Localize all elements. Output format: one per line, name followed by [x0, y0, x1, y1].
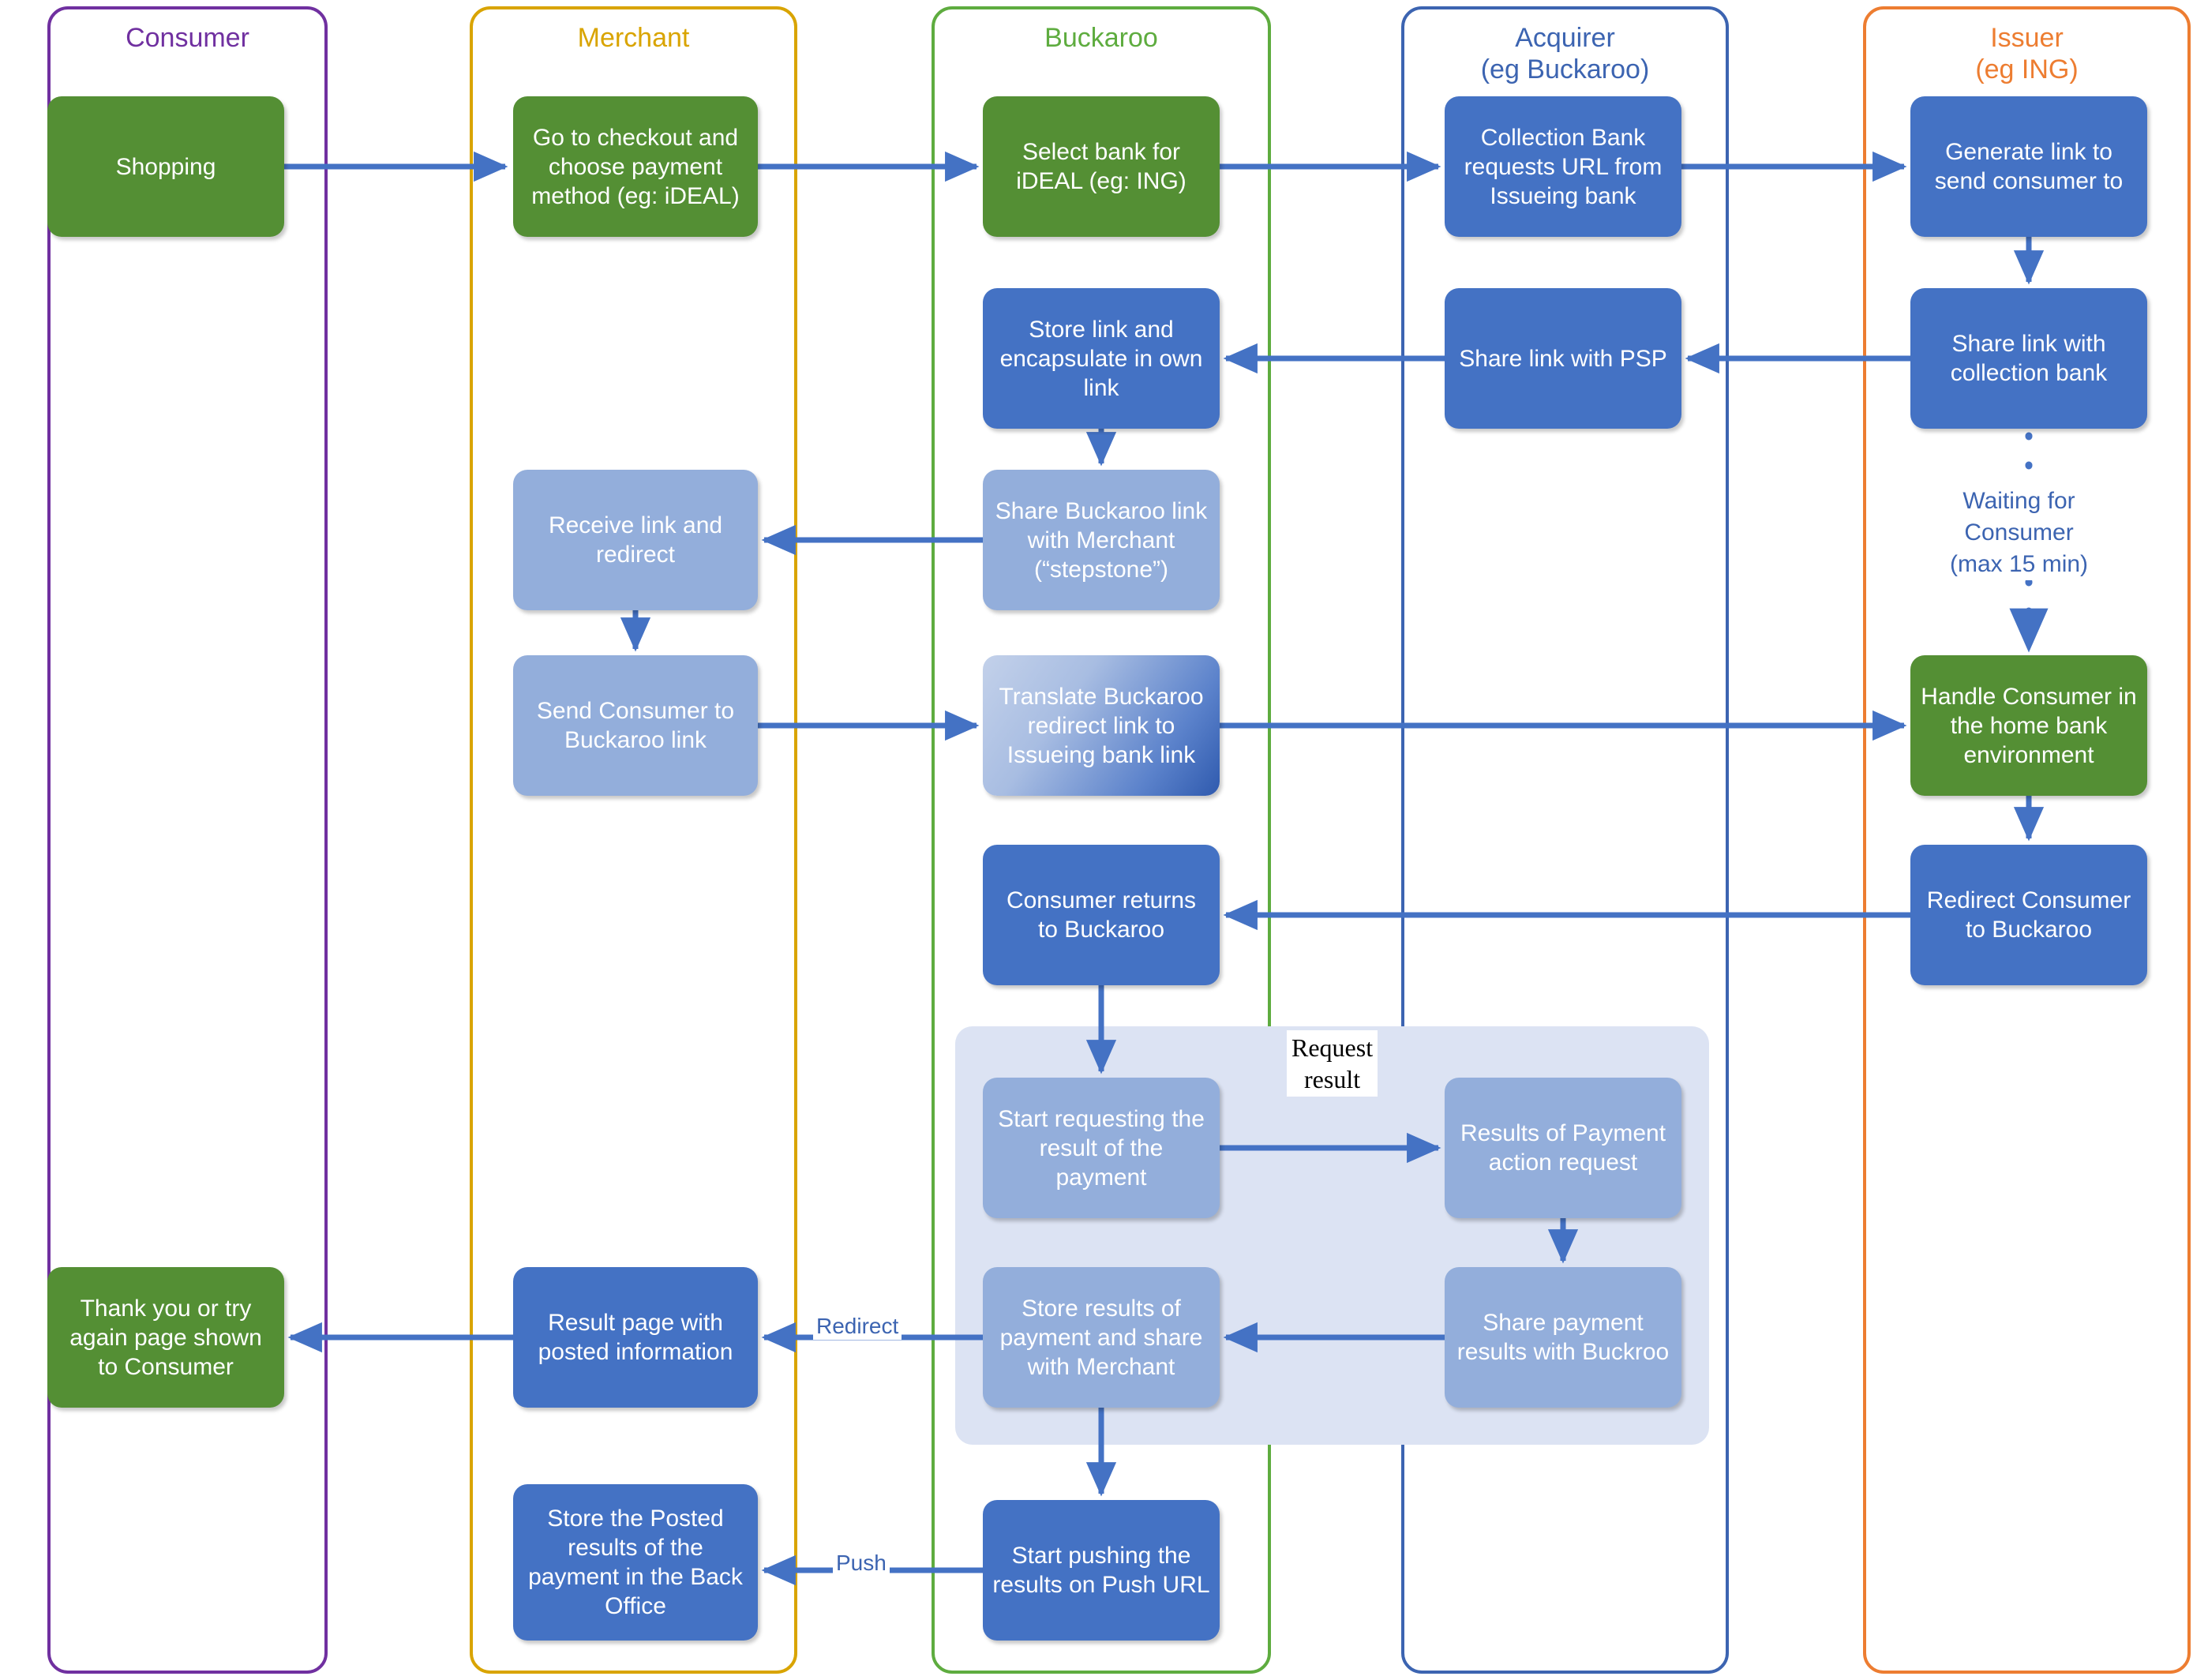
- node-store-results-of-payment[interactable]: Store results of payment and share with …: [983, 1267, 1220, 1408]
- node-start-pushing-results[interactable]: Start pushing the results on Push URL: [983, 1500, 1220, 1641]
- node-thank-you-page[interactable]: Thank you or try again page shown to Con…: [47, 1267, 284, 1408]
- node-share-link-with-collection-bank[interactable]: Share link with collection bank: [1910, 288, 2147, 429]
- node-redirect-consumer-to-buckaroo[interactable]: Redirect Consumer to Buckaroo: [1910, 845, 2147, 985]
- node-result-page-with-posted-information[interactable]: Result page with posted information: [513, 1267, 758, 1408]
- node-share-payment-results-with-buckroo[interactable]: Share payment results with Buckroo: [1445, 1267, 1681, 1408]
- node-results-of-payment-action-request[interactable]: Results of Payment action request: [1445, 1078, 1681, 1218]
- node-shopping[interactable]: Shopping: [47, 96, 284, 237]
- flowchart-canvas: Consumer Merchant Buckaroo Acquirer (eg …: [0, 0, 2193, 1680]
- node-collection-bank-requests-url[interactable]: Collection Bank requests URL from Issuei…: [1445, 96, 1681, 237]
- node-share-buckaroo-link[interactable]: Share Buckaroo link with Merchant (“step…: [983, 470, 1220, 610]
- node-share-link-with-psp[interactable]: Share link with PSP: [1445, 288, 1681, 429]
- node-store-link[interactable]: Store link and encapsulate in own link: [983, 288, 1220, 429]
- node-receive-link-and-redirect[interactable]: Receive link and redirect: [513, 470, 758, 610]
- node-select-bank[interactable]: Select bank for iDEAL (eg: ING): [983, 96, 1220, 237]
- node-consumer-returns-to-buckaroo[interactable]: Consumer returns to Buckaroo: [983, 845, 1220, 985]
- node-start-requesting-result[interactable]: Start requesting the result of the payme…: [983, 1078, 1220, 1218]
- edge-label-request-result: Request result: [1287, 1030, 1378, 1097]
- node-generate-link[interactable]: Generate link to send consumer to: [1910, 96, 2147, 237]
- node-store-posted-results-back-office[interactable]: Store the Posted results of the payment …: [513, 1484, 758, 1641]
- edge-label-push: Push: [833, 1550, 890, 1577]
- node-translate-redirect-link[interactable]: Translate Buckaroo redirect link to Issu…: [983, 655, 1220, 796]
- node-go-to-checkout[interactable]: Go to checkout and choose payment method…: [513, 96, 758, 237]
- node-handle-consumer-home-bank[interactable]: Handle Consumer in the home bank environ…: [1910, 655, 2147, 796]
- node-send-consumer-to-buckaroo-link[interactable]: Send Consumer to Buckaroo link: [513, 655, 758, 796]
- edge-label-redirect: Redirect: [813, 1313, 902, 1340]
- connector-layer: [284, 151, 2049, 1586]
- annotation-waiting-for-consumer: Waiting for Consumer (max 15 min): [1950, 486, 2089, 580]
